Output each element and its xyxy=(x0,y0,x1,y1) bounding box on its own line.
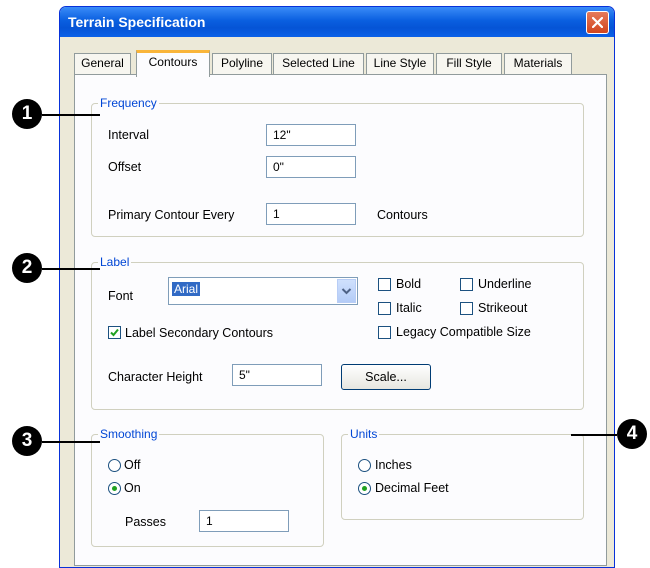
bold-checkbox[interactable] xyxy=(378,278,391,291)
character-height-label: Character Height xyxy=(108,370,203,384)
bold-label: Bold xyxy=(396,277,422,291)
units-legend: Units xyxy=(348,427,380,441)
underline-label: Underline xyxy=(478,277,532,291)
close-button[interactable] xyxy=(586,11,609,34)
title-bar[interactable]: Terrain Specification xyxy=(60,7,614,37)
contours-tab-panel: Frequency Interval 12" Offset 0" Primary… xyxy=(74,74,607,566)
close-icon xyxy=(592,17,603,28)
font-dropdown-button[interactable] xyxy=(337,279,356,303)
units-decimal-feet-label: Decimal Feet xyxy=(375,481,449,495)
radio-selected-dot xyxy=(362,486,367,491)
units-inches-label: Inches xyxy=(375,458,412,472)
callout-4-leader xyxy=(571,434,617,436)
legacy-size-checkbox[interactable] xyxy=(378,326,391,339)
tab-fill-style[interactable]: Fill Style xyxy=(436,53,502,74)
smoothing-off-label: Off xyxy=(124,458,141,472)
smoothing-legend: Smoothing xyxy=(98,427,160,441)
strikeout-checkbox[interactable] xyxy=(460,302,473,315)
callout-2: 2 xyxy=(12,253,42,283)
legacy-size-label: Legacy Compatible Size xyxy=(396,325,531,339)
tab-selected-line[interactable]: Selected Line xyxy=(273,53,364,74)
tab-materials[interactable]: Materials xyxy=(504,53,572,74)
terrain-specification-dialog: Terrain Specification General Contours P… xyxy=(59,6,615,568)
units-group: Units Inches Decimal Feet xyxy=(341,427,584,520)
primary-contour-label: Primary Contour Every xyxy=(108,208,235,222)
callout-1-leader xyxy=(42,114,100,116)
smoothing-on-label: On xyxy=(124,481,141,495)
underline-checkbox[interactable] xyxy=(460,278,473,291)
strikeout-label: Strikeout xyxy=(478,301,528,315)
units-inches-radio[interactable] xyxy=(358,459,371,472)
tab-polyline[interactable]: Polyline xyxy=(212,53,272,74)
smoothing-group: Smoothing Off On Passes 1 xyxy=(91,427,324,547)
passes-field[interactable]: 1 xyxy=(199,510,289,532)
passes-label: Passes xyxy=(125,515,166,529)
tab-line-style[interactable]: Line Style xyxy=(366,53,434,74)
interval-label: Interval xyxy=(108,128,149,142)
interval-field[interactable]: 12" xyxy=(266,124,356,146)
italic-label: Italic xyxy=(396,301,422,315)
offset-label: Offset xyxy=(108,160,142,174)
tab-contours[interactable]: Contours xyxy=(136,50,210,77)
smoothing-off-radio[interactable] xyxy=(108,459,121,472)
callout-1: 1 xyxy=(12,99,42,129)
label-legend: Label xyxy=(98,255,132,269)
contours-suffix-label: Contours xyxy=(377,208,428,222)
frequency-group: Frequency Interval 12" Offset 0" Primary… xyxy=(91,96,584,237)
label-secondary-checkbox[interactable] xyxy=(108,326,121,339)
checkmark-icon xyxy=(110,328,119,337)
tab-general[interactable]: General xyxy=(74,53,131,74)
primary-contour-field[interactable]: 1 xyxy=(266,203,356,225)
callout-3-leader xyxy=(42,441,100,443)
font-select[interactable]: Arial xyxy=(168,277,358,305)
label-secondary-label: Label Secondary Contours xyxy=(125,326,274,340)
scale-button[interactable]: Scale... xyxy=(341,364,431,390)
dialog-title: Terrain Specification xyxy=(68,14,206,30)
callout-2-leader xyxy=(42,268,100,270)
italic-checkbox[interactable] xyxy=(378,302,391,315)
units-decimal-feet-radio[interactable] xyxy=(358,482,371,495)
font-select-value: Arial xyxy=(172,282,201,296)
frequency-legend: Frequency xyxy=(98,96,159,110)
label-group: Label Font Arial Bold Underline Italic S… xyxy=(91,255,584,410)
smoothing-on-radio[interactable] xyxy=(108,482,121,495)
character-height-field[interactable]: 5" xyxy=(232,364,322,386)
radio-selected-dot xyxy=(112,486,117,491)
font-label: Font xyxy=(108,289,134,303)
callout-4: 4 xyxy=(617,419,647,449)
callout-3: 3 xyxy=(12,426,42,456)
chevron-down-icon xyxy=(341,288,352,295)
offset-field[interactable]: 0" xyxy=(266,156,356,178)
